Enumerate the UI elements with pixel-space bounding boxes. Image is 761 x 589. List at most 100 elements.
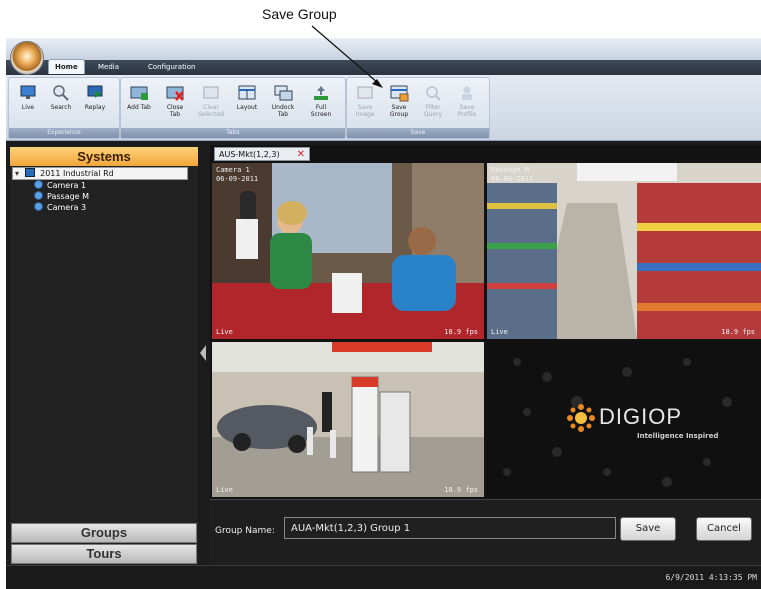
tab-home[interactable]: Home [48, 59, 85, 74]
close-tab-icon [166, 86, 184, 101]
group-name-label: Group Name: [215, 526, 275, 536]
camera-label: Camera 1 [47, 181, 87, 190]
camera-icon [34, 191, 43, 200]
close-tab-label: Close Tab [166, 104, 184, 118]
tree-camera[interactable]: Camera 1 [12, 180, 188, 191]
save-group-icon [390, 85, 409, 102]
tree-root-site[interactable]: ▾ 2011 Industrial Rd [12, 167, 188, 180]
ribbon-group-caption: Experience [9, 128, 119, 138]
tile-fps: 18.9 fps [444, 328, 478, 336]
system-tree: ▾ 2011 Industrial Rd Camera 1 Passage M … [12, 167, 188, 213]
camera-feed-image [212, 163, 484, 339]
replay-label: Replay [84, 104, 106, 111]
save-profile-button[interactable]: Save Profile [453, 82, 481, 126]
search-icon [53, 85, 69, 101]
filter-query-button[interactable]: Filter Query [419, 82, 447, 126]
save-group-button[interactable]: Save Group [385, 82, 413, 126]
save-image-label: Save Image [355, 104, 375, 118]
filter-query-label: Filter Query [423, 104, 443, 118]
camera-label: Camera 3 [47, 203, 87, 212]
replay-button[interactable]: Replay [81, 82, 109, 126]
tile-camera-title: Camera 1 [216, 166, 250, 174]
clear-selected-label: Clear Selected [197, 104, 224, 118]
search-button[interactable]: Search [47, 82, 75, 126]
group-name-bar: Group Name: Save Cancel [210, 499, 761, 566]
save-image-icon [357, 86, 373, 99]
tile-date: 06-09-2011 [491, 175, 534, 183]
ribbon-group-caption: Tabs [121, 128, 345, 138]
tile-camera-title: Passage M [491, 166, 529, 174]
group-name-input[interactable] [284, 517, 616, 539]
add-tab-icon [130, 86, 148, 100]
live-label: Live [21, 104, 35, 111]
camera-feed-image [212, 342, 484, 497]
tree-camera[interactable]: Camera 3 [12, 202, 188, 213]
full-screen-icon [314, 86, 328, 100]
ribbon-group-caption: Save [347, 128, 489, 138]
tree-camera[interactable]: Passage M [12, 191, 188, 202]
close-tab-button[interactable]: Close Tab [161, 82, 189, 126]
full-screen-label: Full Screen [310, 104, 332, 118]
live-icon [20, 85, 36, 99]
ribbon-group-experience: Live Search Replay Experience [8, 77, 120, 139]
tile-date: 06-09-2011 [216, 175, 259, 183]
full-screen-button[interactable]: Full Screen [307, 82, 335, 126]
tile-mode: Live [216, 486, 233, 494]
filter-query-icon [426, 86, 441, 101]
add-tab-button[interactable]: Add Tab [125, 82, 153, 126]
sidebar: Systems ▾ 2011 Industrial Rd Camera 1 Pa… [10, 147, 198, 565]
groups-tab[interactable]: Groups [11, 523, 197, 543]
add-tab-label: Add Tab [127, 104, 151, 111]
save-button[interactable]: Save [620, 517, 676, 541]
collapse-sidebar-icon[interactable] [199, 343, 207, 363]
view-tab-label: AUS-Mkt(1,2,3) [219, 150, 280, 159]
camera-icon [34, 202, 43, 211]
camera-tile[interactable]: Live 18.9 fps [212, 342, 484, 497]
status-timestamp: 6/9/2011 4:13:35 PM [665, 573, 757, 582]
undock-tab-icon [274, 85, 293, 101]
camera-tile[interactable]: Camera 1 06-09-2011 Live 18.9 fps [212, 163, 484, 339]
tours-tab[interactable]: Tours [11, 544, 197, 564]
replay-icon [87, 85, 103, 98]
search-label: Search [50, 104, 72, 111]
layout-button[interactable]: Layout [233, 82, 261, 126]
callout-label: Save Group [262, 6, 337, 22]
ribbon-group-save: Save Image Save Group Filter Query Save … [346, 77, 490, 139]
systems-header[interactable]: Systems [10, 147, 198, 166]
title-bar [6, 38, 761, 60]
layout-icon [238, 85, 256, 100]
ribbon-group-tabs: Add Tab Close Tab Clear Selected Layout … [120, 77, 346, 139]
status-bar: 6/9/2011 4:13:35 PM [6, 565, 761, 589]
undock-tab-label: Undock Tab [271, 104, 295, 118]
ribbon: Live Search Replay Experience Add Tab Cl… [6, 75, 761, 141]
site-icon [24, 168, 35, 177]
undock-tab-button[interactable]: Undock Tab [269, 82, 297, 126]
logo-tile[interactable]: DIGIOP Intelligence Inspired [487, 342, 761, 497]
camera-label: Passage M [47, 192, 90, 201]
tab-configuration[interactable]: Configuration [142, 60, 201, 74]
save-group-label: Save Group [389, 104, 409, 118]
app-window: ? Home Media Configuration Live Search R… [6, 38, 761, 589]
clear-selected-button[interactable]: Clear Selected [197, 82, 225, 126]
tile-fps: 18.9 fps [721, 328, 755, 336]
layout-label: Layout [236, 104, 258, 111]
close-icon[interactable]: ✕ [297, 148, 305, 162]
live-button[interactable]: Live [14, 82, 42, 126]
view-tab[interactable]: AUS-Mkt(1,2,3) ✕ [214, 147, 310, 161]
save-profile-label: Save Profile [457, 104, 477, 118]
tab-media[interactable]: Media [92, 60, 125, 74]
tile-fps: 18.9 fps [444, 486, 478, 494]
digiop-logo-icon [567, 404, 595, 432]
save-image-button[interactable]: Save Image [351, 82, 379, 126]
application-menu-button[interactable] [10, 41, 44, 75]
tile-mode: Live [491, 328, 508, 336]
site-label: 2011 Industrial Rd [40, 169, 114, 178]
expand-arrow-icon[interactable]: ▾ [15, 169, 19, 178]
save-profile-icon [462, 86, 472, 100]
camera-tile[interactable]: Passage M 06-09-2011 Live 18.9 fps [487, 163, 761, 339]
brand-name: DIGIOP [599, 404, 683, 429]
video-view-area: AUS-Mkt(1,2,3) ✕ Camera 1 06-09-2011 Liv… [210, 145, 761, 566]
camera-feed-image [487, 163, 761, 339]
cancel-button[interactable]: Cancel [696, 517, 752, 541]
camera-icon [34, 180, 43, 189]
